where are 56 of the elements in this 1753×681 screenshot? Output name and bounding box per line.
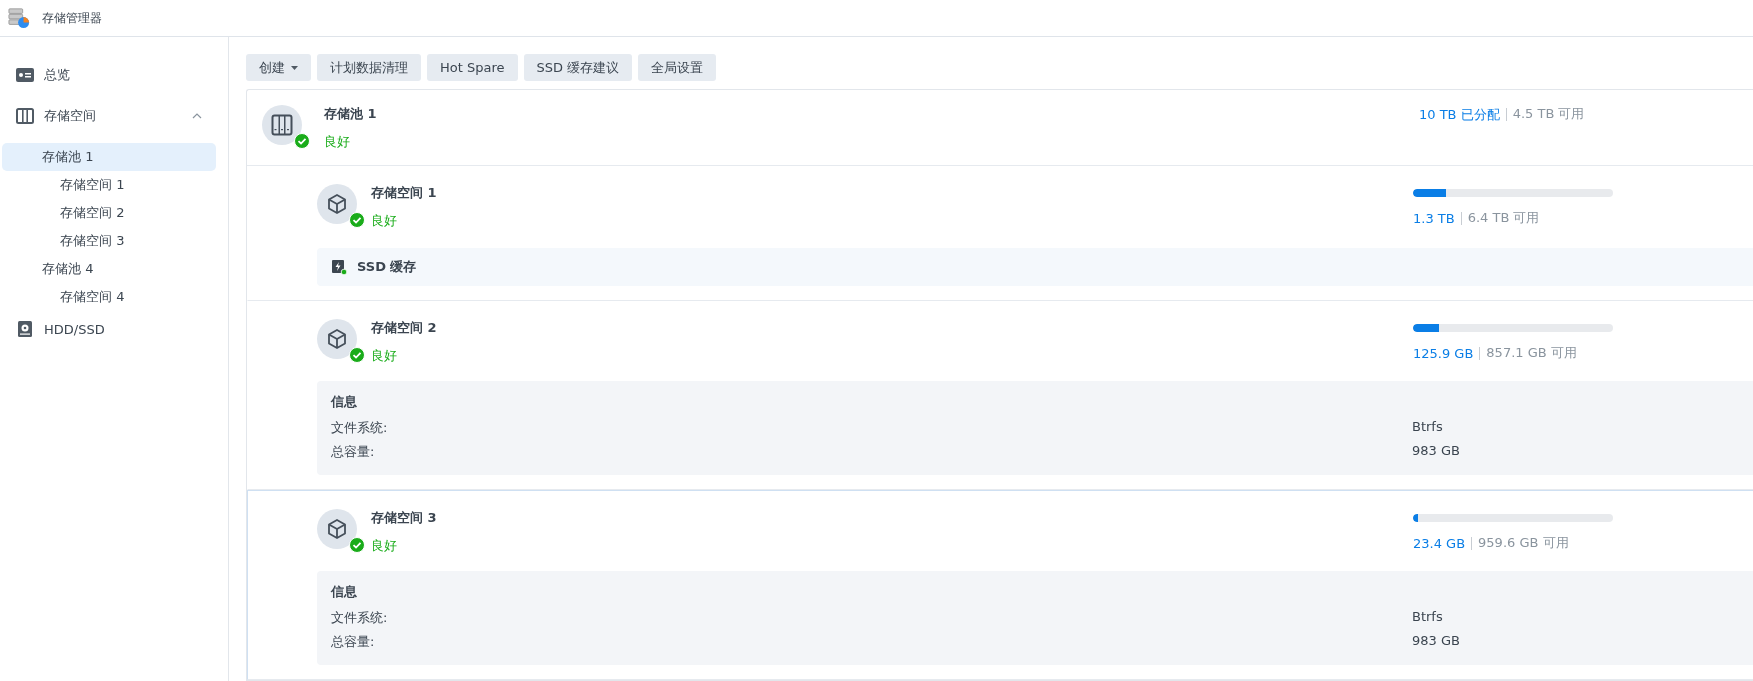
free-text: 4.5 TB 可用: [1511, 105, 1585, 123]
free-text: 6.4 TB 可用: [1466, 209, 1540, 227]
info-value: 983 GB: [1412, 443, 1460, 460]
pool-name: 存储池 1: [324, 105, 378, 123]
volume-panel[interactable]: 存储空间 1 良好 1.3 TB 6.4 TB 可用 SSD 缓存: [247, 166, 1753, 301]
sidebar-item[interactable]: 存储空间 2: [2, 199, 216, 227]
columns-icon: [16, 108, 34, 124]
info-label: 总容量:: [331, 633, 376, 651]
sidebar-item[interactable]: 存储空间 1: [2, 171, 216, 199]
used-text: 1.3 TB: [1413, 211, 1462, 225]
toolbar-button[interactable]: Hot Spare: [427, 54, 518, 81]
used-text: 125.9 GB: [1413, 346, 1481, 360]
storage-manager-app-icon: [8, 7, 30, 29]
sidebar-item[interactable]: 存储池 4: [2, 255, 216, 283]
ssd-bolt-icon: [331, 259, 347, 275]
free-text: 857.1 GB 可用: [1485, 344, 1577, 362]
id-card-icon: [16, 67, 34, 83]
volume-name: 存储空间 3: [371, 509, 438, 527]
sidebar-item[interactable]: 存储空间: [2, 102, 216, 130]
info-value: 983 GB: [1412, 633, 1460, 650]
info-title: 信息: [331, 393, 358, 411]
toolbar-button[interactable]: 计划数据清理: [317, 54, 421, 81]
sidebar-item[interactable]: 存储池 1: [2, 143, 216, 171]
free-text: 959.6 GB 可用: [1477, 534, 1569, 552]
chevron-icon[interactable]: [192, 113, 202, 119]
used-text: 23.4 GB: [1413, 536, 1473, 550]
volume-name: 存储空间 1: [371, 184, 438, 202]
status-text: 良好: [371, 347, 398, 365]
sidebar-item[interactable]: 存储空间 3: [2, 227, 216, 255]
ssd-cache-label: SSD 缓存: [357, 258, 417, 276]
info-label: 总容量:: [331, 443, 376, 461]
sidebar-item[interactable]: 存储空间 4: [2, 283, 216, 311]
info-title: 信息: [331, 583, 358, 601]
window-title: 存储管理器: [42, 9, 102, 27]
status-text: 良好: [324, 133, 351, 151]
sidebar-item[interactable]: 总览: [2, 61, 216, 89]
info-label: 文件系统:: [331, 609, 389, 627]
ssd-cache-panel[interactable]: SSD 缓存: [317, 248, 1753, 286]
info-value: Btrfs: [1412, 609, 1443, 626]
toolbar-button[interactable]: SSD 缓存建议: [523, 54, 633, 81]
toolbar-button[interactable]: 创建: [246, 54, 311, 81]
status-text: 良好: [371, 537, 398, 555]
sidebar-item[interactable]: HDD/SSD: [2, 315, 216, 343]
volume-panel[interactable]: 存储空间 3 良好 23.4 GB 959.6 GB 可用 信息 文件系统: Btrfs 总容量: 983 GB: [247, 490, 1753, 680]
volume-panel[interactable]: 存储空间 2 良好 125.9 GB 857.1 GB 可用 信息 文件系统: Btrfs 总容量: 983 GB: [247, 301, 1753, 490]
allocated-text: 10 TB 已分配: [1419, 107, 1507, 121]
status-text: 良好: [371, 212, 398, 230]
info-label: 文件系统:: [331, 419, 389, 437]
caret-icon: [291, 65, 298, 70]
volume-cube-icon: [317, 184, 365, 228]
info-value: Btrfs: [1412, 419, 1443, 436]
volume-name: 存储空间 2: [371, 319, 438, 337]
storage-pool-icon: [262, 105, 310, 149]
toolbar-button[interactable]: 全局设置: [638, 54, 717, 81]
volume-cube-icon: [317, 319, 365, 363]
volume-cube-icon: [317, 509, 365, 553]
